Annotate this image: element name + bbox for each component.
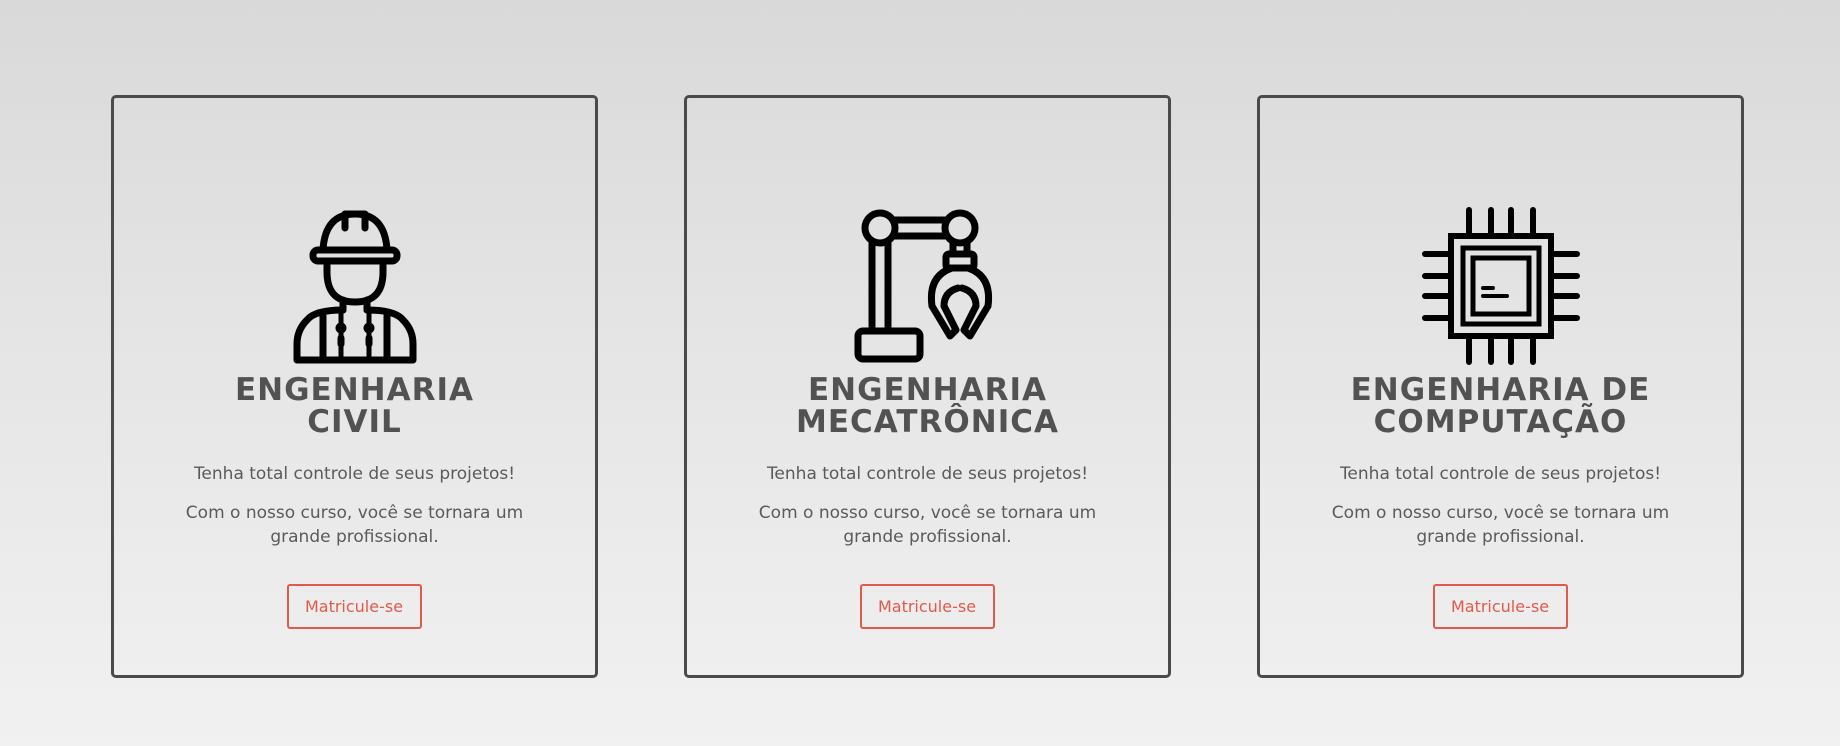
card-tagline: Tenha total controle de seus projetos! bbox=[1339, 464, 1662, 484]
card-title-line-2: MECATRÔNICA bbox=[796, 404, 1059, 440]
course-card-mechatronics: ENGENHARIA MECATRÔNICA Tenha total contr… bbox=[684, 95, 1171, 678]
course-card-computing: ENGENHARIA DE COMPUTAÇÃO Tenha total con… bbox=[1257, 95, 1744, 678]
card-title-line-2: CIVIL bbox=[307, 404, 402, 440]
card-title-line-1: ENGENHARIA DE bbox=[1350, 372, 1651, 408]
card-title-line-2: COMPUTAÇÃO bbox=[1373, 404, 1628, 440]
card-title: ENGENHARIA MECATRÔNICA bbox=[707, 374, 1148, 438]
card-tagline: Tenha total controle de seus projetos! bbox=[766, 464, 1089, 484]
course-card-civil: ENGENHARIA CIVIL Tenha total controle de… bbox=[111, 95, 598, 678]
robotic-arm-icon bbox=[848, 206, 1008, 366]
construction-worker-icon bbox=[275, 206, 435, 366]
card-description: Com o nosso curso, você se tornara um gr… bbox=[185, 503, 524, 547]
card-title: ENGENHARIA CIVIL bbox=[134, 374, 575, 438]
enroll-button-civil[interactable]: Matricule-se bbox=[286, 584, 422, 629]
card-title-line-1: ENGENHARIA bbox=[807, 372, 1048, 408]
enroll-button-mechatronics[interactable]: Matricule-se bbox=[859, 584, 995, 629]
card-title-line-1: ENGENHARIA bbox=[234, 372, 475, 408]
microchip-icon bbox=[1421, 206, 1581, 366]
card-description: Com o nosso curso, você se tornara um gr… bbox=[758, 503, 1097, 547]
enroll-button-computing[interactable]: Matricule-se bbox=[1432, 584, 1568, 629]
card-title: ENGENHARIA DE COMPUTAÇÃO bbox=[1280, 374, 1721, 438]
course-cards: ENGENHARIA CIVIL Tenha total controle de… bbox=[0, 0, 1840, 746]
card-tagline: Tenha total controle de seus projetos! bbox=[193, 464, 516, 484]
card-description: Com o nosso curso, você se tornara um gr… bbox=[1331, 503, 1670, 547]
